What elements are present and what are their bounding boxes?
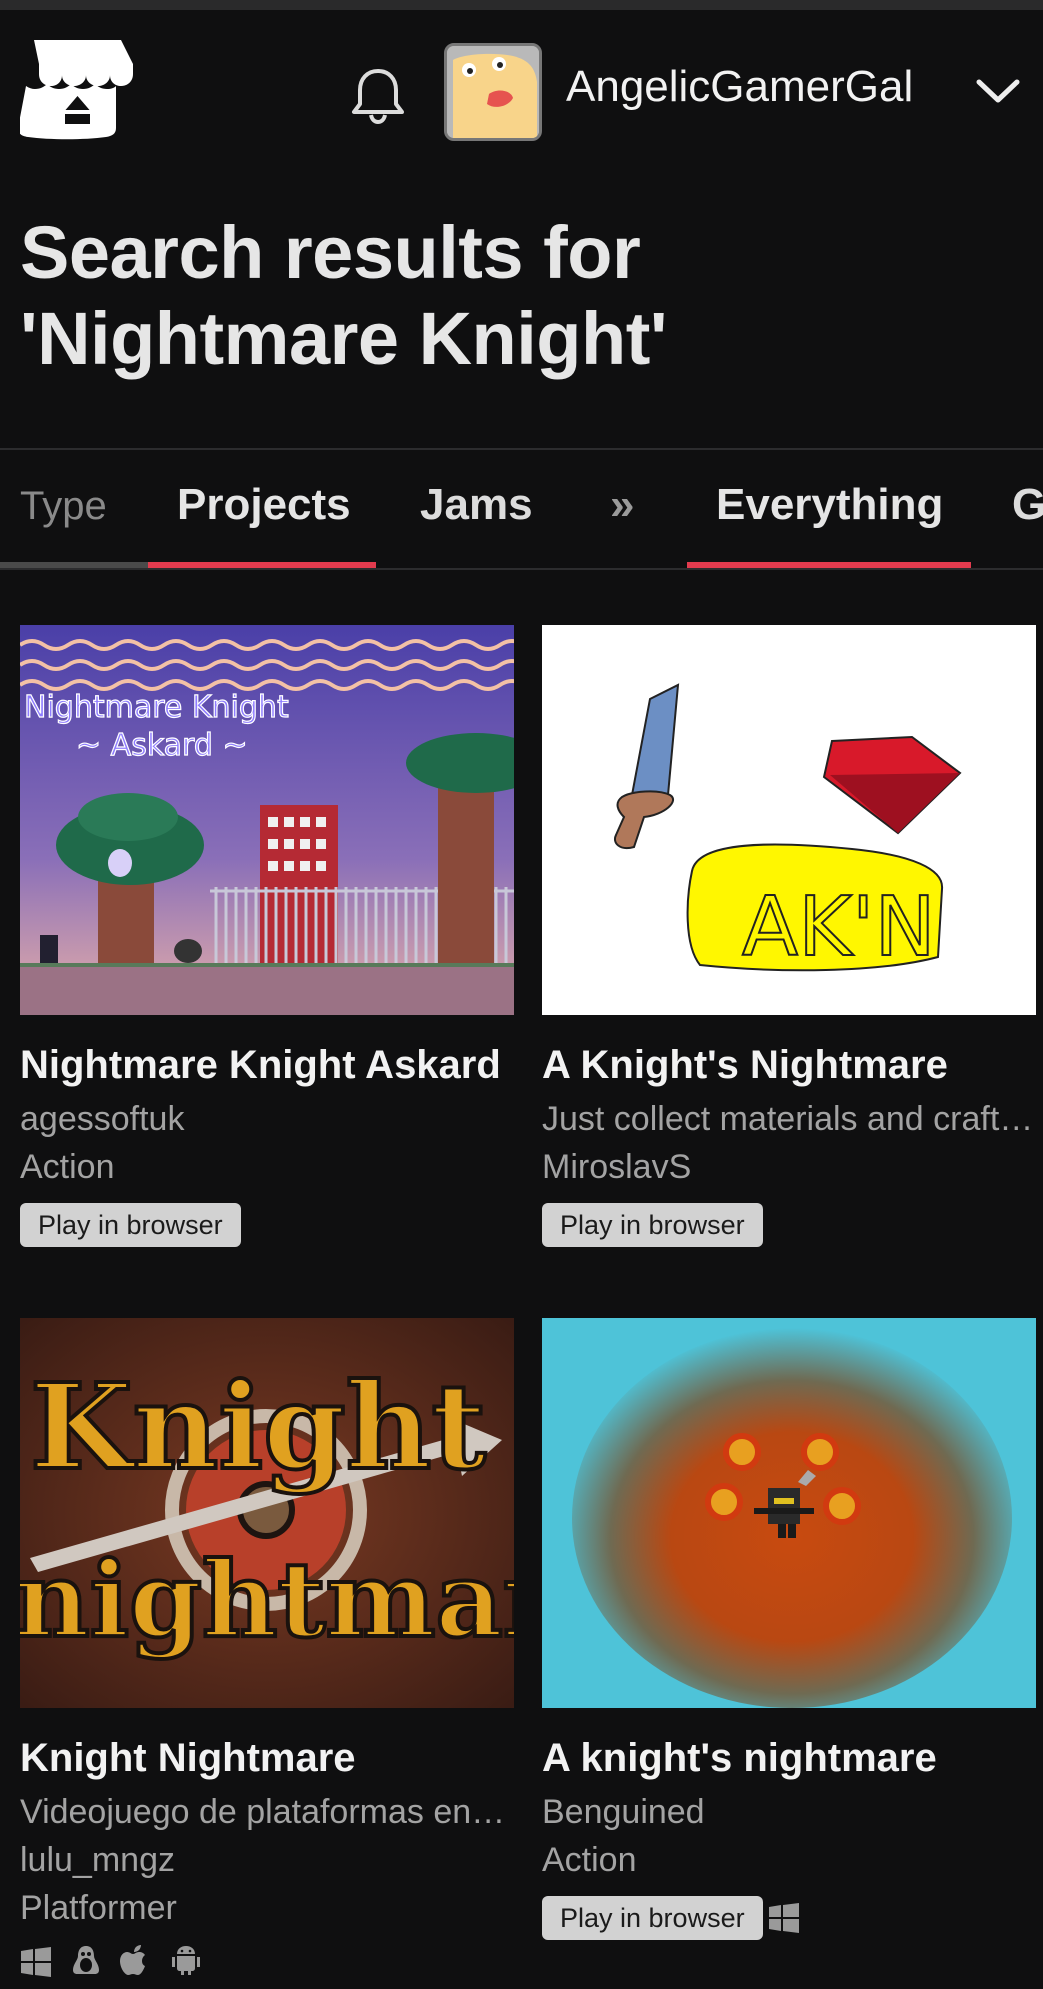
game-title[interactable]: A knight's nightmare	[542, 1736, 937, 1781]
game-thumbnail[interactable]: Knight nightmare	[20, 1318, 514, 1708]
android-icon	[172, 1946, 200, 1975]
game-genre: Platformer	[20, 1889, 177, 1927]
thumb-title-text: Nightmare Knight	[24, 690, 289, 725]
game-thumbnail[interactable]: Nightmare Knight ~ Askard ~	[20, 625, 514, 1015]
tab-projects[interactable]: Projects	[177, 480, 351, 530]
tab-next-partial[interactable]: G	[1012, 480, 1043, 530]
play-in-browser-badge: Play in browser	[542, 1896, 763, 1940]
filter-bar: Type Projects Jams » Everything G	[0, 448, 1043, 570]
play-in-browser-badge: Play in browser	[20, 1203, 241, 1247]
page-title: Search results for 'Nightmare Knight'	[20, 211, 667, 380]
linux-icon	[73, 1946, 99, 1974]
username[interactable]: AngelicGamerGal	[566, 62, 913, 112]
windows-icon	[769, 1903, 799, 1933]
thumb-akn-text: AK'N	[742, 880, 936, 975]
play-in-browser-badge: Play in browser	[542, 1203, 763, 1247]
chevron-down-icon[interactable]	[975, 76, 1021, 106]
game-description: Just collect materials and craft stuff	[542, 1100, 1036, 1138]
type-label: Type	[20, 484, 107, 528]
itch-logo-icon[interactable]	[20, 32, 135, 142]
tab-everything-underline	[687, 562, 971, 568]
game-genre: Action	[20, 1148, 115, 1186]
thumb-knight-text: Knight	[30, 1357, 486, 1496]
site-header: AngelicGamerGal	[0, 10, 1043, 160]
game-genre: Action	[542, 1841, 637, 1879]
game-author[interactable]: MiroslavS	[542, 1148, 1036, 1187]
more-filters-icon[interactable]: »	[610, 480, 634, 530]
apple-icon	[120, 1945, 145, 1975]
thumb-subtitle-text: ~ Askard ~	[76, 728, 248, 763]
windows-icon	[21, 1947, 51, 1977]
game-thumbnail[interactable]: AK'N	[542, 625, 1036, 1015]
game-author[interactable]: Benguined	[542, 1793, 1036, 1832]
top-border	[0, 0, 1043, 10]
thumb-nightmare-text: nightmare	[20, 1538, 514, 1661]
tab-jams[interactable]: Jams	[420, 480, 533, 530]
game-title[interactable]: A Knight's Nightmare	[542, 1043, 948, 1088]
bell-icon[interactable]	[350, 65, 406, 125]
game-title[interactable]: Knight Nightmare	[20, 1736, 356, 1781]
game-title[interactable]: Nightmare Knight Askard	[20, 1043, 501, 1088]
tab-projects-underline	[148, 562, 376, 568]
game-author[interactable]: lulu_mngz	[20, 1841, 514, 1880]
game-description: Videojuego de plataformas en 2D	[20, 1793, 514, 1831]
tab-everything[interactable]: Everything	[716, 480, 943, 530]
game-thumbnail[interactable]	[542, 1318, 1036, 1708]
avatar[interactable]	[444, 43, 542, 141]
game-author[interactable]: agessoftuk	[20, 1100, 514, 1139]
